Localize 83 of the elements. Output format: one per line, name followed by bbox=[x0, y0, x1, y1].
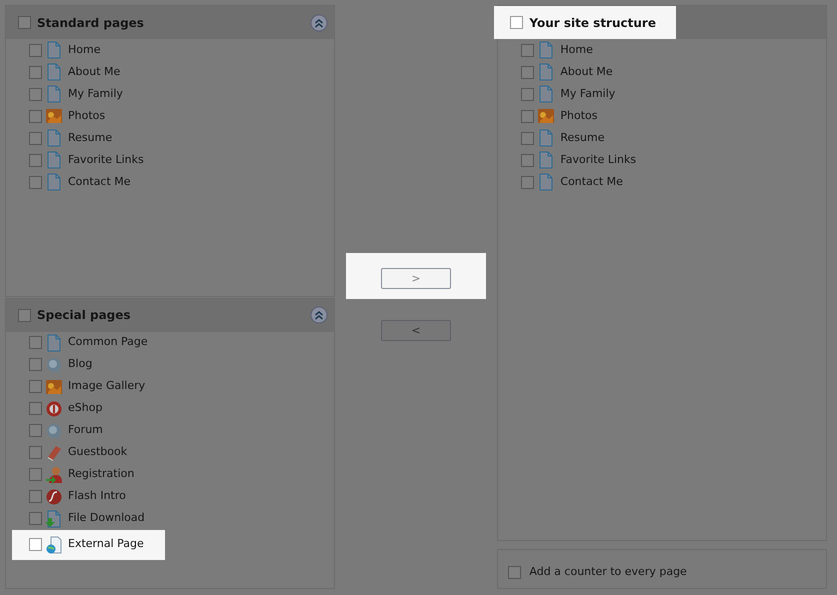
page-label[interactable]: My Family bbox=[68, 86, 123, 102]
page-label[interactable]: Favorite Links bbox=[560, 152, 636, 168]
page-icon bbox=[46, 173, 62, 191]
checkbox[interactable] bbox=[521, 88, 534, 100]
photo-icon bbox=[46, 107, 62, 125]
page-label[interactable]: Resume bbox=[68, 130, 112, 146]
page-icon bbox=[538, 63, 554, 81]
checkbox[interactable] bbox=[521, 44, 534, 56]
page-label[interactable]: External Page bbox=[68, 536, 144, 553]
speech-bubble-icon bbox=[46, 356, 62, 374]
speech-bubble-icon bbox=[46, 422, 62, 440]
page-icon bbox=[46, 63, 62, 81]
page-label[interactable]: Blog bbox=[68, 356, 92, 373]
checkbox[interactable] bbox=[521, 154, 534, 166]
remove-button[interactable]: < bbox=[380, 320, 451, 341]
checkbox[interactable] bbox=[29, 446, 42, 459]
checkbox[interactable] bbox=[29, 512, 42, 525]
page-icon bbox=[46, 129, 62, 147]
photo-icon bbox=[538, 107, 554, 125]
user-icon bbox=[46, 466, 62, 484]
checkbox[interactable] bbox=[29, 336, 42, 349]
page-icon bbox=[538, 151, 554, 169]
checkbox[interactable] bbox=[521, 66, 534, 78]
page-label[interactable]: Flash Intro bbox=[68, 488, 126, 505]
collapse-icon[interactable] bbox=[310, 14, 328, 32]
checkbox[interactable] bbox=[510, 16, 524, 29]
page-label[interactable]: About Me bbox=[560, 64, 613, 80]
page-label[interactable]: Photos bbox=[68, 108, 106, 124]
checkbox[interactable] bbox=[29, 176, 42, 188]
page-label[interactable]: Home bbox=[68, 42, 100, 58]
page-icon bbox=[46, 41, 62, 59]
checkbox[interactable] bbox=[29, 358, 42, 371]
checkbox[interactable] bbox=[521, 132, 534, 144]
page-icon bbox=[538, 41, 554, 59]
coin-icon bbox=[46, 400, 62, 418]
page-label[interactable]: My Family bbox=[560, 86, 616, 102]
page-label[interactable]: Photos bbox=[560, 108, 598, 124]
page-icon bbox=[538, 129, 554, 147]
page-label[interactable]: Forum bbox=[68, 422, 103, 439]
page-label[interactable]: File Download bbox=[68, 510, 145, 527]
page-label[interactable]: Home bbox=[560, 42, 593, 58]
checkbox[interactable] bbox=[29, 132, 42, 144]
checkbox[interactable] bbox=[29, 380, 42, 393]
page-label[interactable]: Guestbook bbox=[68, 444, 128, 461]
page-label[interactable]: Contact Me bbox=[560, 174, 623, 190]
checkbox[interactable] bbox=[29, 88, 42, 100]
checkbox[interactable] bbox=[29, 154, 42, 166]
page-label[interactable]: Common Page bbox=[68, 334, 148, 351]
checkbox[interactable] bbox=[29, 538, 42, 551]
checkbox[interactable] bbox=[521, 110, 534, 122]
checkbox[interactable] bbox=[521, 176, 534, 188]
page-icon bbox=[46, 85, 62, 103]
panel-title: Your site structure bbox=[529, 14, 656, 32]
photo-icon bbox=[46, 378, 62, 396]
page-icon bbox=[538, 173, 554, 191]
checkbox[interactable] bbox=[29, 110, 42, 122]
page-label[interactable]: Registration bbox=[68, 466, 134, 483]
checkbox[interactable] bbox=[29, 66, 42, 78]
page-icon bbox=[46, 151, 62, 169]
checkbox[interactable] bbox=[29, 402, 42, 415]
download-icon bbox=[46, 510, 62, 528]
checkbox[interactable] bbox=[29, 44, 42, 56]
add-button[interactable]: > bbox=[380, 268, 451, 289]
panel-title: Standard pages bbox=[37, 14, 144, 32]
page-label[interactable]: eShop bbox=[68, 400, 102, 417]
page-label[interactable]: Resume bbox=[560, 130, 604, 146]
checkbox[interactable] bbox=[508, 566, 522, 578]
checkbox[interactable] bbox=[29, 490, 42, 503]
page-label[interactable]: Image Gallery bbox=[68, 378, 146, 395]
checkbox[interactable] bbox=[18, 308, 31, 322]
flash-icon bbox=[46, 488, 62, 506]
page-label[interactable]: About Me bbox=[68, 64, 120, 80]
book-icon bbox=[46, 444, 62, 462]
page-label[interactable]: Contact Me bbox=[68, 174, 131, 190]
checkbox[interactable] bbox=[29, 424, 42, 437]
globe-page-icon bbox=[46, 536, 62, 554]
page-icon bbox=[538, 85, 554, 103]
page-icon bbox=[46, 334, 62, 352]
page-label[interactable]: Favorite Links bbox=[68, 152, 144, 168]
panel-title: Special pages bbox=[37, 307, 131, 324]
checkbox[interactable] bbox=[18, 16, 31, 29]
checkbox[interactable] bbox=[29, 468, 42, 481]
collapse-icon[interactable] bbox=[310, 306, 328, 324]
